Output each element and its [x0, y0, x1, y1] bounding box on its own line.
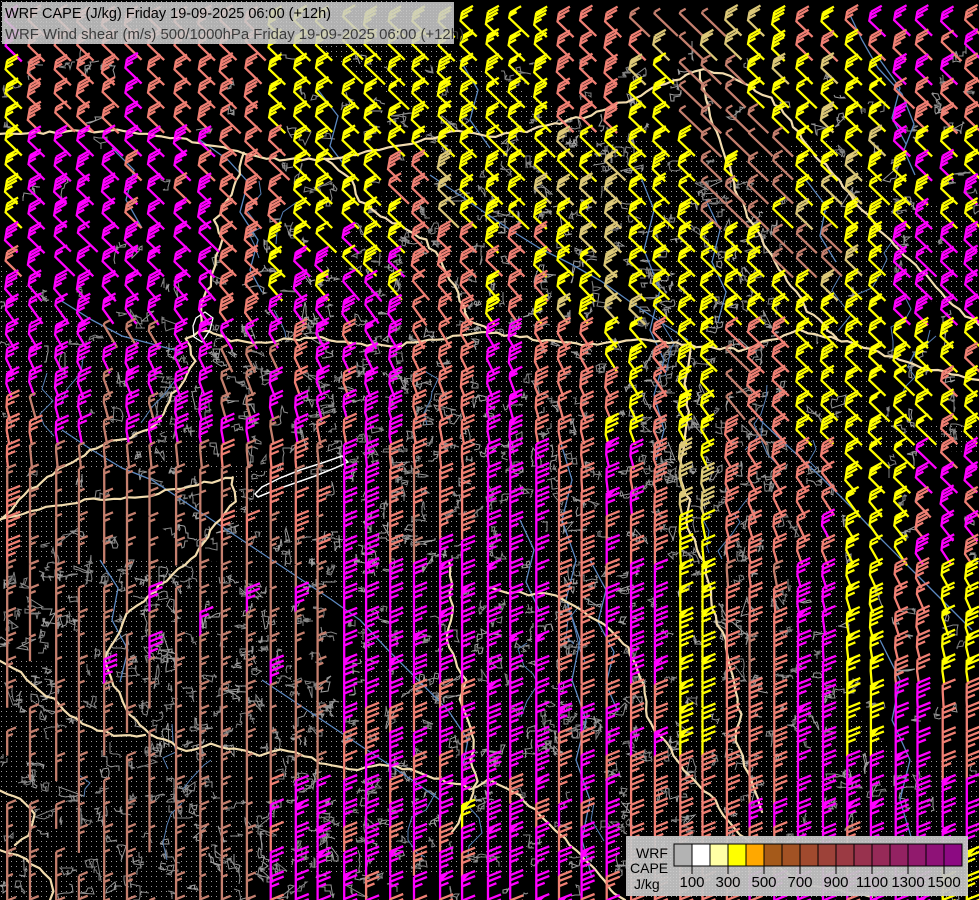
svg-text:1100: 1100	[856, 874, 888, 891]
svg-text:500: 500	[751, 874, 776, 891]
svg-text:100: 100	[679, 874, 704, 891]
svg-text:CAPE: CAPE	[630, 860, 668, 876]
svg-text:900: 900	[823, 874, 848, 891]
svg-text:300: 300	[715, 874, 740, 891]
svg-text:J/kg: J/kg	[634, 876, 660, 892]
svg-text:WRF: WRF	[636, 845, 668, 861]
svg-text:700: 700	[787, 874, 812, 891]
svg-text:1500: 1500	[927, 874, 960, 891]
svg-text:1300: 1300	[891, 874, 924, 891]
svg-text:WRF CAPE (J/kg) Friday 19-09-2: WRF CAPE (J/kg) Friday 19-09-2025 06:00 …	[5, 6, 331, 22]
svg-text:WRF Wind shear (m/s) 500/1000h: WRF Wind shear (m/s) 500/1000hPa Friday …	[5, 27, 464, 43]
